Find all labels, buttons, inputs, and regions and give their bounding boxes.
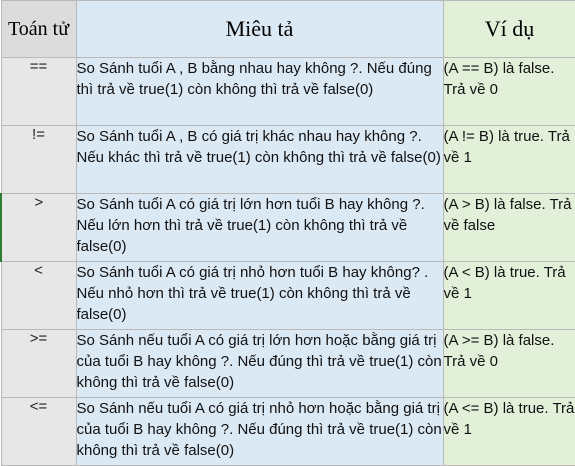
description-cell: So Sánh nếu tuổi A có giá trị lớn hơn ho… (75, 329, 444, 398)
table-row: > So Sánh tuổi A có giá trị lớn hơn tuổi… (0, 193, 575, 262)
table-row: >= So Sánh nếu tuổi A có giá trị lớn hơn… (0, 329, 575, 398)
operator-cell: <= (0, 397, 77, 466)
table-row: == So Sánh tuổi A , B bằng nhau hay khôn… (0, 57, 575, 126)
description-cell: So Sánh tuổi A có giá trị lớn hơn tuổi B… (75, 193, 444, 262)
description-cell: So Sánh nếu tuổi A có giá trị nhỏ hơn ho… (75, 397, 444, 466)
example-cell: (A != B) là true. Trả về 1 (442, 125, 575, 194)
header-row: Toán tử Miêu tả Ví dụ (0, 0, 575, 58)
comparison-operators-table: Toán tử Miêu tả Ví dụ == So Sánh tuổi A … (0, 0, 575, 466)
description-cell: So Sánh tuổi A , B có giá trị khác nhau … (75, 125, 444, 194)
operator-cell: > (0, 193, 77, 262)
header-description: Miêu tả (75, 0, 444, 58)
table-row: != So Sánh tuổi A , B có giá trị khác nh… (0, 125, 575, 194)
operator-cell: < (0, 261, 77, 330)
example-cell: (A < B) là true. Trả về 1 (442, 261, 575, 330)
operator-cell: >= (0, 329, 77, 398)
table-row: <= So Sánh nếu tuổi A có giá trị nhỏ hơn… (0, 397, 575, 466)
description-cell: So Sánh tuổi A , B bằng nhau hay không ?… (75, 57, 444, 126)
example-cell: (A > B) là false. Trả về false (442, 193, 575, 262)
header-example: Ví dụ (442, 0, 575, 58)
example-cell: (A >= B) là false. Trả về 0 (442, 329, 575, 398)
operator-cell: == (0, 57, 77, 126)
description-cell: So Sánh tuổi A có giá trị nhỏ hơn tuổi B… (75, 261, 444, 330)
operator-cell: != (0, 125, 77, 194)
example-cell: (A <= B) là true. Trả về 1 (442, 397, 575, 466)
table-row: < So Sánh tuổi A có giá trị nhỏ hơn tuổi… (0, 261, 575, 330)
example-cell: (A == B) là false. Trả về 0 (442, 57, 575, 126)
header-operator: Toán tử (0, 0, 77, 58)
